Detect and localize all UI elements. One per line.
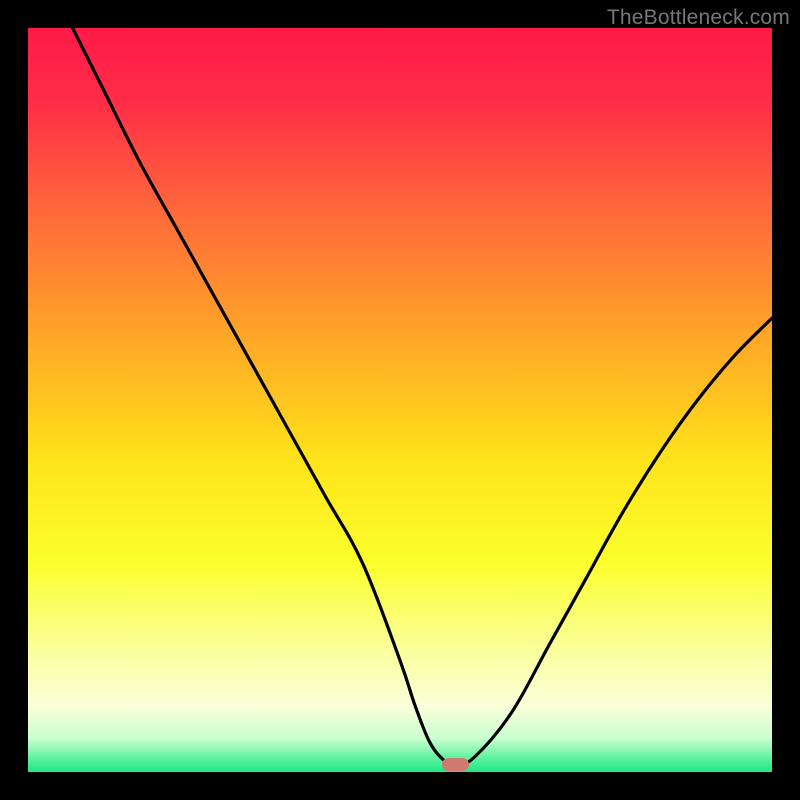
minimum-marker [442, 758, 469, 771]
plot-area [28, 28, 772, 772]
watermark-text: TheBottleneck.com [607, 6, 790, 30]
bottleneck-curve [28, 28, 772, 772]
chart-frame: TheBottleneck.com [0, 0, 800, 800]
